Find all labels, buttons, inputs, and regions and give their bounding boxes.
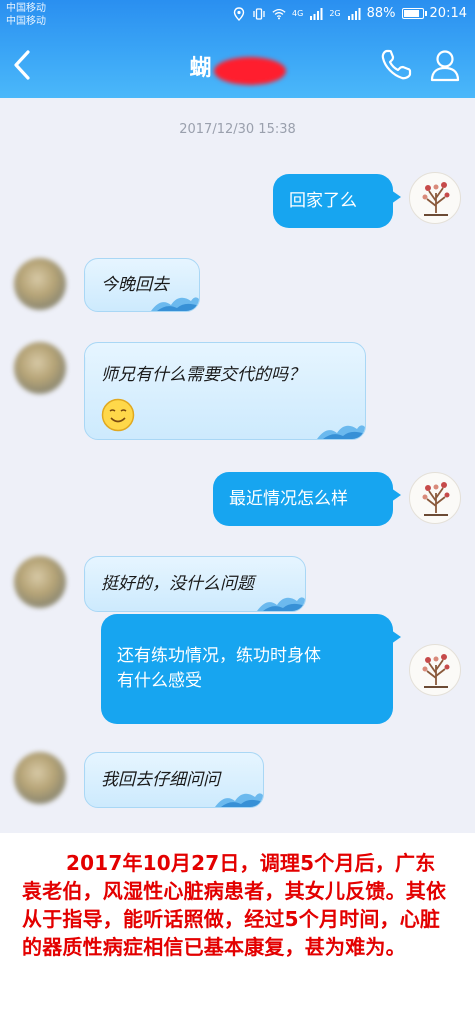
- my-avatar[interactable]: [409, 472, 461, 524]
- smiling-face-icon: [101, 398, 135, 431]
- message-text: 最近情况怎么样: [229, 488, 348, 509]
- my-avatar[interactable]: [409, 644, 461, 696]
- message-bubble-6[interactable]: 还有练功情况，练功时身体 有什么感受: [101, 614, 401, 724]
- contact-avatar[interactable]: [14, 342, 66, 394]
- message-timestamp: 2017/12/30 15:38: [179, 122, 296, 137]
- name-redaction: [213, 56, 286, 85]
- testimonial-caption: 2017年10月27日，调理5个月后，广东袁老伯，风湿性心脏病患者，其女儿反馈。…: [0, 833, 475, 1012]
- message-bubble-3[interactable]: 师兄有什么需要交代的吗？: [84, 342, 366, 440]
- message-text: 我回去仔细问问: [101, 769, 220, 790]
- battery-icon: [401, 8, 427, 19]
- signal-icon: [310, 7, 323, 20]
- message-bubble-7[interactable]: 我回去仔细问问: [84, 752, 264, 808]
- chat-area[interactable]: 2017/12/30 15:38 回家了么 今晚回去 师兄有什么需要交代的吗？: [0, 98, 475, 833]
- vibrate-icon: [253, 7, 265, 20]
- message-text: 师兄有什么需要交代的吗？: [101, 364, 305, 385]
- wave-decoration-icon: [317, 425, 365, 439]
- location-icon: [233, 6, 245, 21]
- wave-decoration-icon: [151, 297, 199, 311]
- carrier-2: 中国移动: [6, 16, 46, 27]
- person-icon[interactable]: [429, 48, 461, 82]
- message-text-line-2: 有什么感受: [117, 671, 202, 691]
- network-2: 2G: [329, 9, 341, 18]
- carrier-labels: 中国移动 中国移动: [6, 2, 46, 28]
- network-1: 4G: [292, 9, 304, 18]
- contact-avatar[interactable]: [14, 752, 66, 804]
- top-bar: 中国移动 中国移动 4G 2G 88% 20:14 蝴: [0, 0, 475, 98]
- message-bubble-1[interactable]: 回家了么: [273, 174, 401, 228]
- contact-avatar[interactable]: [14, 258, 66, 310]
- tree-logo-icon: [422, 654, 450, 688]
- message-text: 回家了么: [289, 190, 357, 211]
- clock: 20:14: [429, 6, 467, 21]
- battery-percent: 88%: [366, 6, 396, 21]
- tree-logo-icon: [422, 482, 450, 516]
- tree-logo-icon: [422, 182, 450, 216]
- my-avatar[interactable]: [409, 172, 461, 224]
- carrier-1: 中国移动: [6, 3, 46, 14]
- contact-name: 蝴: [189, 56, 212, 81]
- wifi-icon: [272, 8, 286, 19]
- status-bar: 中国移动 中国移动 4G 2G 88% 20:14: [0, 0, 475, 30]
- signal-icon-2: [347, 7, 361, 20]
- message-bubble-2[interactable]: 今晚回去: [84, 258, 200, 312]
- message-text: 挺好的，没什么问题: [101, 573, 254, 594]
- contact-avatar[interactable]: [14, 556, 66, 608]
- message-bubble-4[interactable]: 最近情况怎么样: [213, 472, 401, 526]
- message-text-line-1: 还有练功情况，练功时身体: [117, 646, 321, 666]
- chat-header: 蝴: [0, 30, 475, 98]
- wave-decoration-icon: [257, 597, 305, 611]
- phone-icon[interactable]: [379, 48, 413, 82]
- status-indicators: 4G 2G 88% 20:14: [232, 6, 467, 21]
- message-bubble-5[interactable]: 挺好的，没什么问题: [84, 556, 306, 612]
- wave-decoration-icon: [215, 793, 263, 807]
